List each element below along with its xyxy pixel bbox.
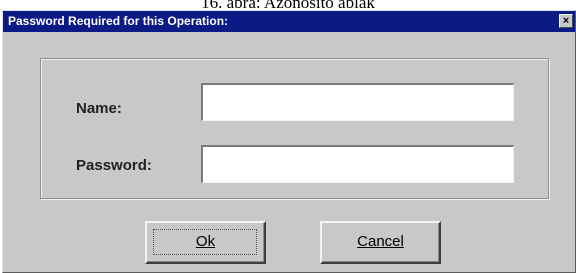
dialog-title: Password Required for this Operation:: [8, 14, 229, 28]
cancel-button-label: Cancel: [357, 233, 404, 250]
focus-rectangle: [153, 229, 257, 255]
name-label: Name:: [76, 100, 122, 117]
password-label: Password:: [76, 157, 152, 174]
name-field[interactable]: [201, 83, 514, 121]
password-dialog: Password Required for this Operation: × …: [2, 10, 576, 273]
dialog-titlebar[interactable]: Password Required for this Operation: ×: [3, 11, 575, 32]
password-field[interactable]: [201, 145, 514, 183]
ok-button[interactable]: Ok: [145, 221, 266, 264]
cancel-button[interactable]: Cancel: [320, 221, 441, 264]
close-icon[interactable]: ×: [559, 14, 573, 28]
